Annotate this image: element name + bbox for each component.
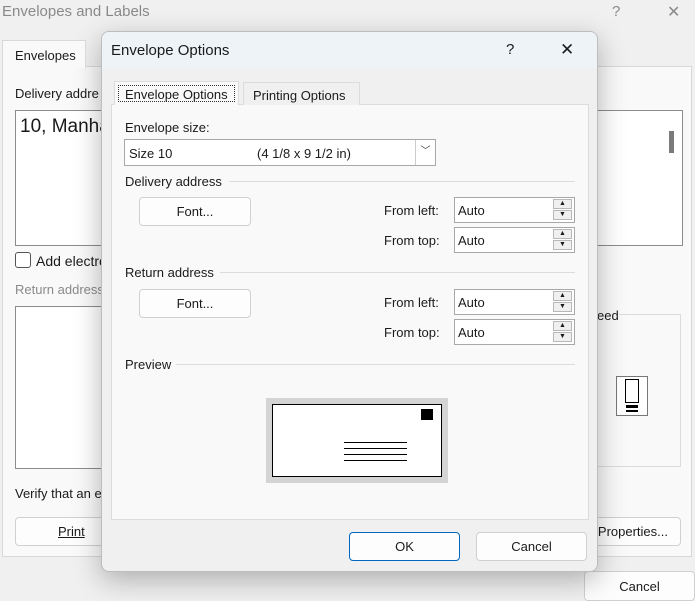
dialog-close-button[interactable]: ✕ bbox=[560, 40, 574, 60]
dialog-help-button[interactable]: ? bbox=[506, 41, 514, 58]
down-arrow-icon[interactable]: ▼ bbox=[553, 302, 572, 312]
value: Auto bbox=[458, 295, 485, 310]
envelope-size-select[interactable]: Size 10 (4 1/8 x 9 1/2 in) ﹀ bbox=[124, 139, 436, 166]
tab-envelope-options[interactable]: Envelope Options bbox=[114, 81, 239, 105]
help-button[interactable]: ? bbox=[612, 3, 620, 20]
envelope-size-name: Size 10 bbox=[129, 146, 173, 161]
tab-envelope-options-label: Envelope Options bbox=[118, 85, 235, 102]
envelope-preview bbox=[266, 398, 448, 483]
return-from-top-label: From top: bbox=[384, 325, 440, 340]
delivery-address-heading: Delivery address bbox=[125, 174, 222, 189]
delivery-from-top-label: From top: bbox=[384, 233, 440, 248]
return-from-left-label: From left: bbox=[384, 295, 439, 310]
up-arrow-icon[interactable]: ▲ bbox=[553, 229, 572, 239]
verify-text: Verify that an e bbox=[15, 486, 102, 501]
down-arrow-icon[interactable]: ▼ bbox=[553, 210, 572, 220]
delivery-from-top-spinner[interactable]: Auto ▲ ▼ bbox=[454, 227, 575, 253]
delivery-from-left-spinner[interactable]: Auto ▲ ▼ bbox=[454, 197, 575, 223]
down-arrow-icon[interactable]: ▼ bbox=[553, 240, 572, 250]
delivery-from-left-label: From left: bbox=[384, 203, 439, 218]
up-arrow-icon[interactable]: ▲ bbox=[553, 199, 572, 209]
delivery-address-label: Delivery addre bbox=[15, 86, 99, 101]
envelope-options-dialog: Envelope Options ? ✕ Envelope Options Pr… bbox=[101, 31, 598, 572]
up-arrow-icon[interactable]: ▲ bbox=[553, 291, 572, 301]
value: Auto bbox=[458, 325, 485, 340]
close-button[interactable]: ✕ bbox=[667, 2, 680, 22]
feed-label: eed bbox=[597, 308, 619, 323]
return-from-top-spinner[interactable]: Auto ▲ ▼ bbox=[454, 319, 575, 345]
down-arrow-icon[interactable]: ▼ bbox=[553, 332, 572, 342]
return-address-label: Return address bbox=[15, 282, 104, 297]
window-title: Envelopes and Labels bbox=[2, 3, 150, 20]
tab-printing-options[interactable]: Printing Options bbox=[243, 82, 360, 105]
delivery-font-button[interactable]: Font... bbox=[139, 197, 251, 226]
cancel-button[interactable]: Cancel bbox=[476, 532, 587, 561]
add-electronic-postage-label: Add electro bbox=[36, 253, 107, 269]
dialog-title: Envelope Options bbox=[111, 42, 230, 59]
delivery-address-text: 10, Manha bbox=[20, 116, 110, 137]
return-address-heading: Return address bbox=[125, 265, 214, 280]
return-from-left-spinner[interactable]: Auto ▲ ▼ bbox=[454, 289, 575, 315]
value: Auto bbox=[458, 233, 485, 248]
add-electronic-postage-checkbox[interactable] bbox=[15, 252, 31, 268]
up-arrow-icon[interactable]: ▲ bbox=[553, 321, 572, 331]
background-cancel-button[interactable]: Cancel bbox=[584, 571, 695, 601]
print-label: Print bbox=[58, 524, 85, 539]
tab-envelopes[interactable]: Envelopes bbox=[2, 40, 86, 68]
scrollbar-thumb[interactable] bbox=[669, 131, 674, 153]
stamp-icon bbox=[421, 409, 433, 420]
envelope-size-label: Envelope size: bbox=[125, 120, 210, 135]
return-font-button[interactable]: Font... bbox=[139, 289, 251, 318]
value: Auto bbox=[458, 203, 485, 218]
preview-heading: Preview bbox=[125, 357, 172, 372]
ok-button[interactable]: OK bbox=[349, 532, 460, 561]
chevron-down-icon[interactable]: ﹀ bbox=[415, 140, 435, 165]
envelope-size-dims: (4 1/8 x 9 1/2 in) bbox=[257, 146, 351, 161]
feed-icon[interactable] bbox=[616, 376, 648, 416]
